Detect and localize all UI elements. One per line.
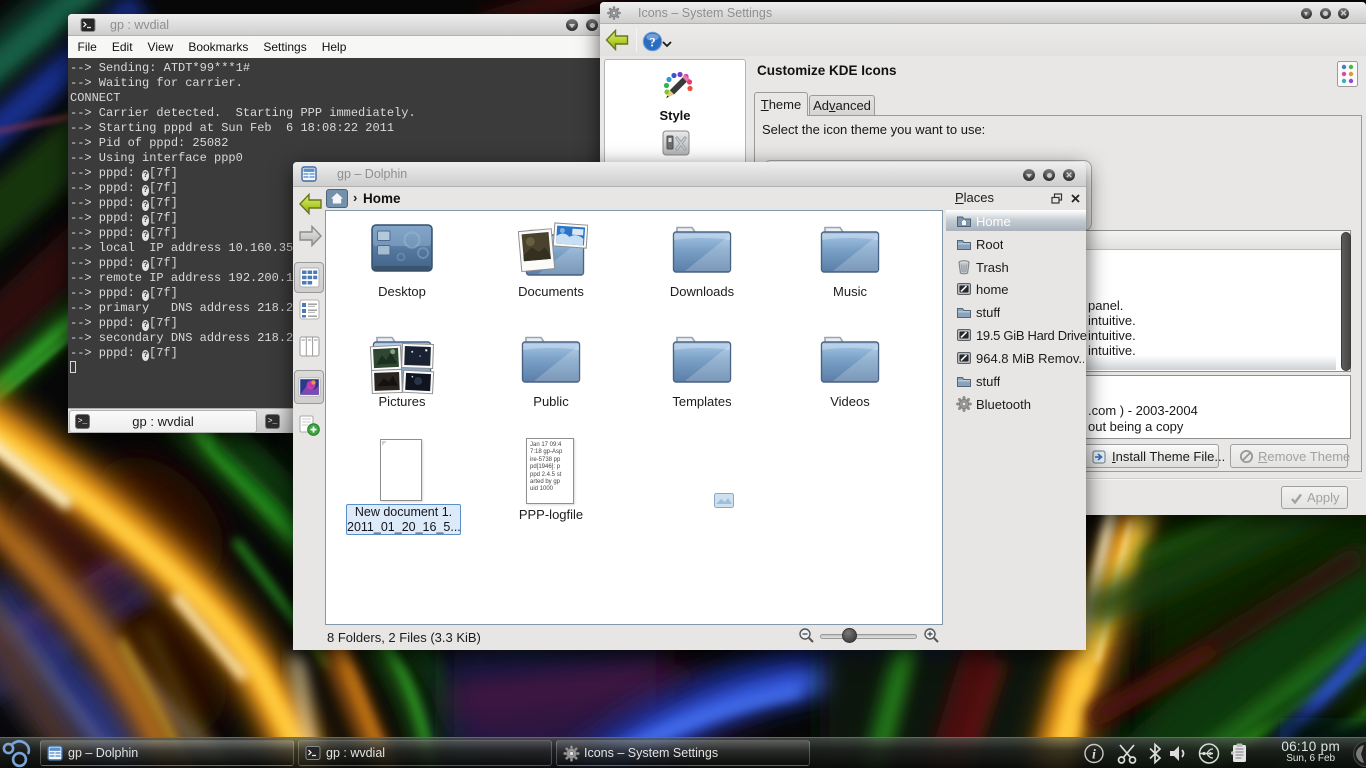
svg-text:?: ? bbox=[649, 35, 655, 49]
svg-text:i: i bbox=[1092, 748, 1096, 763]
